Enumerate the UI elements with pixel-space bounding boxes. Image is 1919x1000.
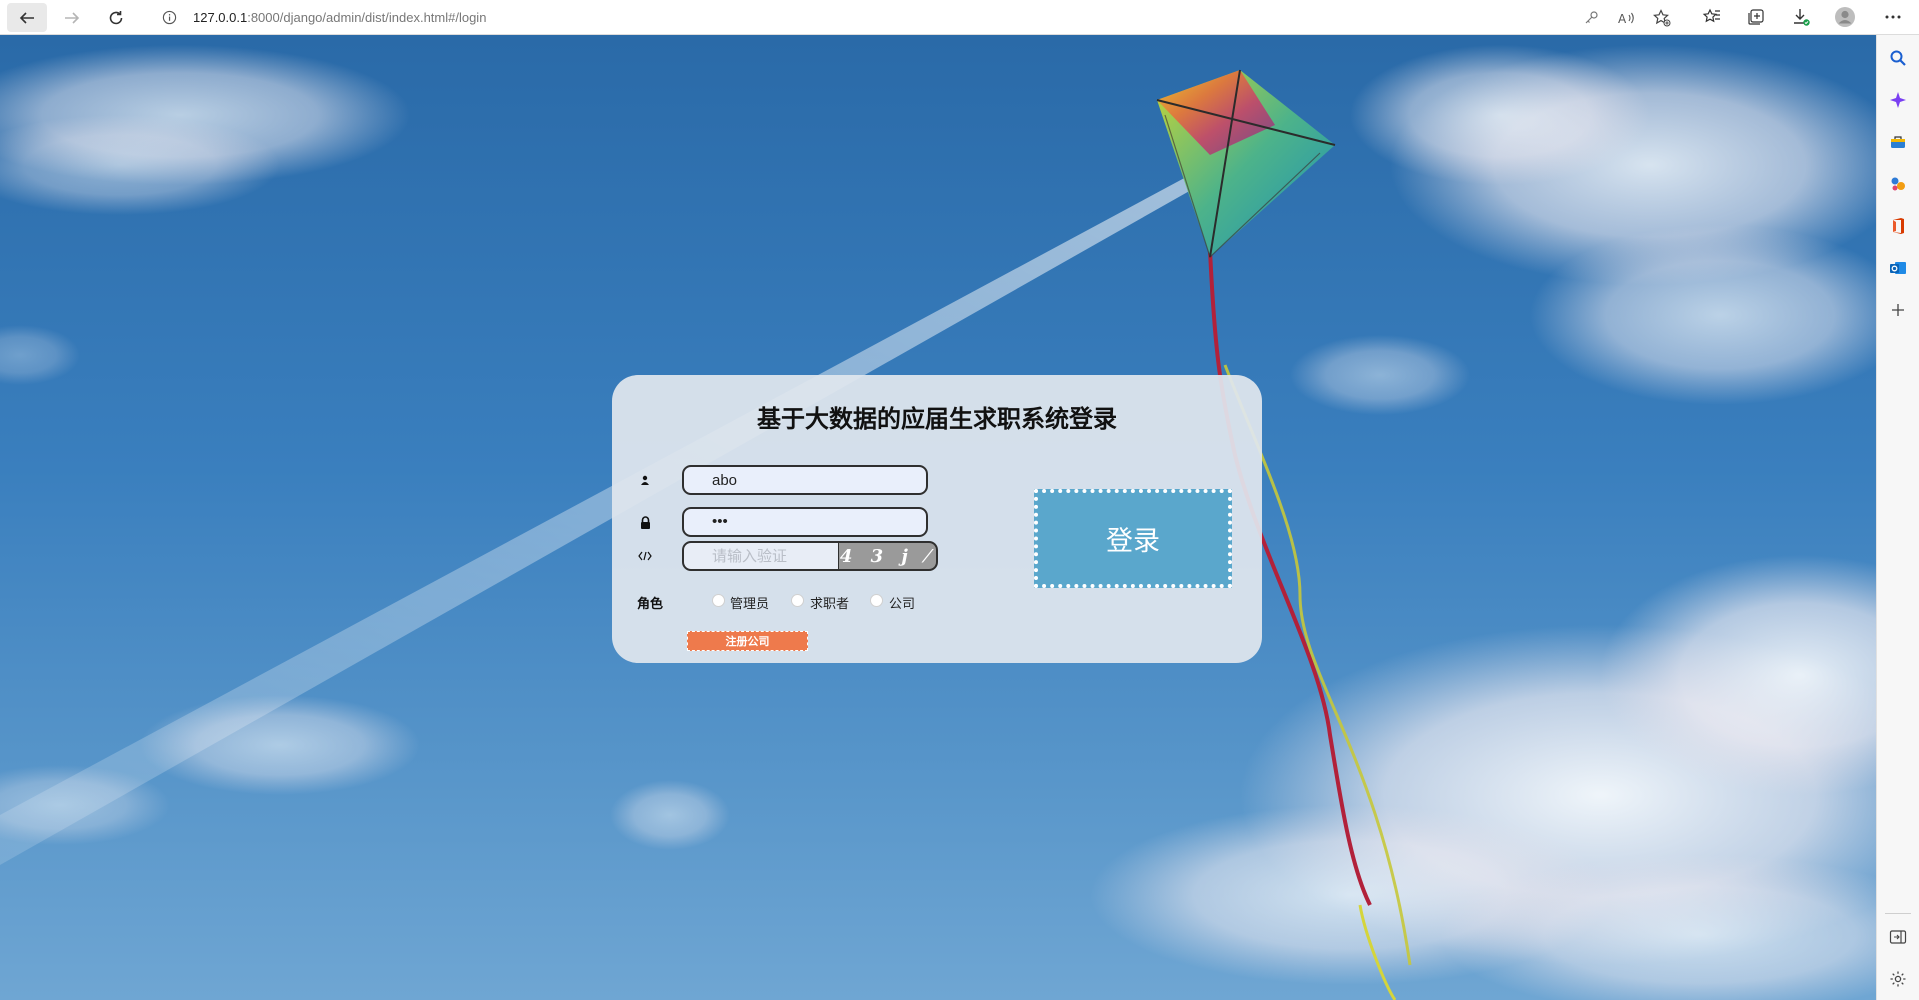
favorites-icon[interactable] [1701, 6, 1723, 28]
password-input[interactable]: ••• [682, 507, 928, 537]
username-input[interactable] [682, 465, 928, 495]
login-button[interactable]: 登录 [1034, 489, 1232, 588]
role-radio-admin[interactable] [712, 594, 725, 607]
role-label: 角色 [637, 596, 664, 611]
role-label-admin: 管理员 [730, 596, 770, 611]
favorite-add-icon[interactable] [1653, 9, 1671, 27]
lock-icon [638, 515, 652, 529]
info-icon[interactable] [162, 10, 177, 25]
search-icon[interactable] [1887, 47, 1909, 69]
downloads-icon[interactable] [1790, 6, 1812, 28]
outlook-icon[interactable] [1887, 257, 1909, 279]
games-icon[interactable] [1887, 173, 1909, 195]
captcha-image[interactable]: 4 3 j ⁄ [839, 541, 938, 571]
role-radio-company[interactable] [870, 594, 883, 607]
copilot-sparkle-icon[interactable] [1887, 89, 1909, 111]
reload-button[interactable] [96, 3, 136, 32]
shopping-icon[interactable] [1887, 131, 1909, 153]
register-company-button[interactable]: 注册公司 [687, 631, 808, 651]
code-icon [638, 549, 652, 563]
url-path: :8000/django/admin/dist/index.html#/logi… [247, 10, 487, 25]
settings-gear-icon[interactable] [1887, 968, 1909, 990]
role-radio-jobseeker[interactable] [791, 594, 804, 607]
address-bar[interactable]: 127.0.0.1:8000/django/admin/dist/index.h… [145, 3, 1671, 32]
add-icon[interactable] [1887, 299, 1909, 321]
svg-text:A: A [1618, 12, 1627, 26]
login-card: 基于大数据的应届生求职系统登录 ••• 4 3 j ⁄ 角色 管理员 求职者 公… [612, 375, 1262, 663]
collections-icon[interactable] [1745, 6, 1767, 28]
arrow-right-icon [65, 11, 80, 24]
sidebar-divider [1885, 913, 1911, 914]
login-title: 基于大数据的应届生求职系统登录 [757, 406, 1117, 433]
sidebar-layout-icon[interactable] [1887, 926, 1909, 948]
browser-toolbar: 127.0.0.1:8000/django/admin/dist/index.h… [0, 0, 1919, 35]
login-page: 基于大数据的应届生求职系统登录 ••• 4 3 j ⁄ 角色 管理员 求职者 公… [0, 35, 1876, 1000]
captcha-input[interactable] [682, 541, 840, 571]
user-icon [638, 473, 652, 487]
key-icon[interactable] [1582, 9, 1600, 27]
profile-avatar-icon[interactable] [1834, 6, 1856, 28]
arrow-left-icon [19, 11, 34, 24]
read-aloud-icon[interactable]: A [1618, 9, 1636, 27]
office-icon[interactable] [1887, 215, 1909, 237]
url-host: 127.0.0.1 [193, 10, 248, 25]
back-button[interactable] [7, 3, 47, 32]
forward-button[interactable] [52, 3, 92, 32]
url-text[interactable]: 127.0.0.1:8000/django/admin/dist/index.h… [193, 10, 486, 25]
more-menu-icon[interactable] [1882, 6, 1904, 28]
browser-sidebar [1876, 35, 1919, 1000]
role-label-company: 公司 [889, 596, 916, 611]
role-label-jobseeker: 求职者 [810, 596, 850, 611]
reload-icon [109, 10, 123, 24]
